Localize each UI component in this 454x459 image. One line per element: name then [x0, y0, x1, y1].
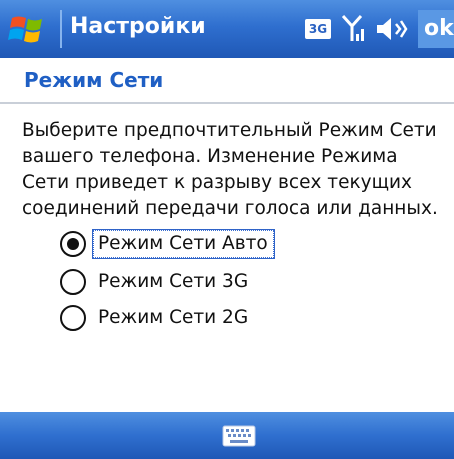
volume-icon[interactable] — [375, 16, 409, 42]
keyboard-icon[interactable] — [222, 425, 256, 447]
section-title: Режим Сети — [24, 68, 164, 92]
title-bar: Настройки 3G ok — [0, 0, 454, 58]
network-3g-icon[interactable]: 3G — [305, 19, 331, 39]
ok-button[interactable]: ok — [418, 10, 454, 48]
option-auto[interactable]: Режим Сети Авто — [60, 228, 275, 260]
option-label-3g[interactable]: Режим Сети 3G — [93, 268, 254, 296]
signal-icon[interactable] — [341, 14, 367, 44]
windows-start-icon[interactable] — [8, 12, 52, 46]
radio-button-3g[interactable] — [60, 269, 86, 295]
title-separator — [60, 10, 62, 48]
radio-button-auto[interactable] — [60, 231, 86, 257]
description-text: Выберите предпочтительный Режим Сети ваш… — [22, 120, 438, 219]
section-header: Режим Сети — [0, 58, 454, 102]
app-title: Настройки — [70, 14, 206, 39]
option-2g[interactable]: Режим Сети 2G — [60, 302, 254, 334]
option-3g[interactable]: Режим Сети 3G — [60, 266, 254, 298]
option-label-2g[interactable]: Режим Сети 2G — [93, 304, 254, 332]
soft-key-bar — [0, 412, 454, 459]
option-label-auto[interactable]: Режим Сети Авто — [92, 229, 275, 259]
section-divider — [0, 102, 454, 104]
screen: Настройки 3G ok Режим Сети Выберите пред… — [0, 0, 454, 459]
radio-button-2g[interactable] — [60, 305, 86, 331]
